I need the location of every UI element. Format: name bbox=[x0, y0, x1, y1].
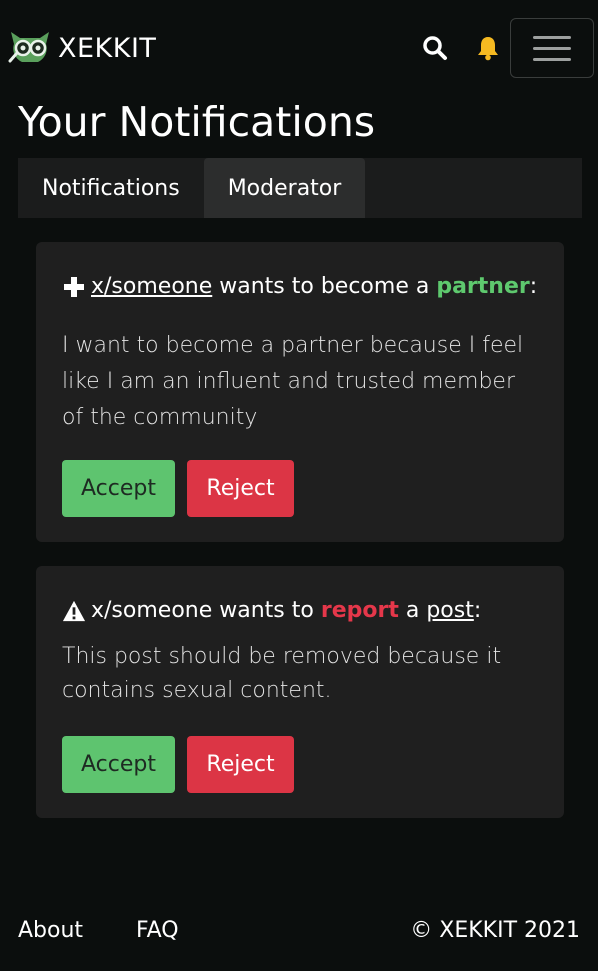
accept-button[interactable]: Accept bbox=[62, 460, 175, 517]
top-navbar: XEKKIT bbox=[0, 0, 598, 96]
action-buttons: Accept Reject bbox=[62, 736, 294, 793]
menu-toggle-button[interactable] bbox=[510, 18, 594, 78]
reject-button[interactable]: Reject bbox=[187, 460, 294, 517]
request-type: report bbox=[320, 598, 399, 623]
partner-request-card: x/someone wants to become a partner : I … bbox=[36, 242, 564, 542]
request-heading: x/someone wants to become a partner : bbox=[62, 272, 537, 302]
copyright-text: © XEKKIT 2021 bbox=[410, 918, 580, 943]
post-link[interactable]: post bbox=[426, 596, 474, 626]
bell-icon[interactable] bbox=[474, 34, 502, 62]
notification-tabs: Notifications Moderator bbox=[18, 158, 582, 218]
tab-moderator[interactable]: Moderator bbox=[203, 158, 366, 218]
page-title: Your Notifications bbox=[18, 98, 376, 146]
hamburger-icon bbox=[533, 35, 571, 39]
brand-link[interactable]: XEKKIT bbox=[8, 28, 156, 68]
tab-notifications[interactable]: Notifications bbox=[18, 158, 204, 218]
request-message: This post should be removed because it c… bbox=[62, 644, 502, 703]
brand-name: XEKKIT bbox=[58, 32, 157, 64]
request-message: I want to become a partner because I fee… bbox=[62, 333, 524, 430]
warning-icon bbox=[62, 599, 86, 623]
report-request-card: x/someone wants to report a post : This … bbox=[36, 566, 564, 818]
user-link[interactable]: x/someone bbox=[91, 272, 212, 302]
accept-button[interactable]: Accept bbox=[62, 736, 175, 793]
action-buttons: Accept Reject bbox=[62, 460, 294, 517]
owl-logo-icon bbox=[8, 32, 49, 63]
faq-link[interactable]: FAQ bbox=[136, 918, 179, 943]
about-link[interactable]: About bbox=[18, 918, 83, 943]
request-heading: x/someone wants to report a post : bbox=[62, 596, 481, 626]
search-icon[interactable] bbox=[421, 34, 449, 62]
user-name: x/someone bbox=[91, 598, 213, 623]
footer: About FAQ © XEKKIT 2021 bbox=[0, 912, 598, 952]
plus-icon bbox=[62, 275, 86, 299]
reject-button[interactable]: Reject bbox=[187, 736, 294, 793]
request-type: partner bbox=[436, 274, 530, 299]
